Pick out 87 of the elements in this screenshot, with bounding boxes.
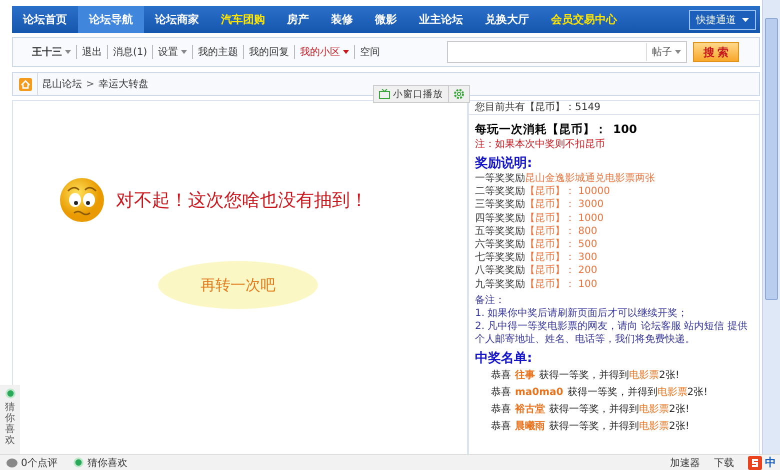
ime-logo-icon[interactable] — [748, 456, 762, 470]
balance-text: 您目前共有【昆币】：5149 — [469, 101, 759, 115]
breadcrumb-link[interactable]: 幸运大转盘 — [94, 77, 152, 91]
prize-reward: 【昆币】： 500 — [525, 238, 598, 252]
winner-name: 裕古堂 — [515, 402, 545, 417]
winner-name: 晨曦雨 — [515, 419, 545, 434]
side-widget-label: 猜你喜欢 — [5, 402, 15, 446]
nav-tab[interactable]: 房产 — [276, 6, 320, 33]
remark-text: 1. 如果你中奖后请刷新页面后才可以继续开奖； — [475, 306, 689, 320]
prize-reward: 【昆币】： 300 — [525, 251, 598, 264]
mini-player-tab[interactable]: 小窗口播放 — [374, 86, 449, 102]
scrollbar[interactable] — [762, 0, 780, 455]
prize-rank: 三等奖奖励 — [475, 198, 525, 212]
winner-prefix: 恭喜 — [491, 420, 511, 434]
prize-rank: 七等奖奖励 — [475, 251, 525, 264]
quick-menu-button[interactable]: 快捷通道 — [689, 10, 756, 30]
guess-side-widget[interactable]: 猜你喜欢 — [0, 385, 20, 455]
prize-rank: 六等奖奖励 — [475, 238, 525, 252]
prize-reward: 【昆币】： 100 — [525, 278, 598, 291]
search-field[interactable]: 帖子 — [447, 41, 687, 63]
breadcrumb-link[interactable]: 昆山论坛 — [38, 77, 86, 91]
caret-icon — [65, 50, 71, 54]
prize-reward: 【昆币】： 1000 — [525, 212, 604, 225]
remarks-heading: 备注： — [475, 294, 506, 307]
caret-icon — [343, 50, 350, 54]
tv-icon — [379, 89, 390, 99]
nav-tab[interactable]: 业主论坛 — [408, 6, 474, 33]
search-button[interactable]: 搜 索 — [693, 42, 739, 62]
winner-text: 获得一等奖，并得到电影票2张! — [567, 386, 708, 400]
prize-reward: 【昆币】： 10000 — [525, 185, 610, 198]
nav-tab[interactable]: 论坛首页 — [12, 6, 78, 33]
ime-mode-indicator[interactable]: 中 — [765, 455, 776, 470]
prize-rank: 九等奖奖励 — [475, 278, 525, 291]
winner-name: 往事 — [515, 368, 535, 383]
caret-icon — [742, 18, 749, 22]
prize-rank: 一等奖奖励 — [475, 172, 525, 186]
worried-emoji-icon — [58, 176, 106, 224]
nav-tab[interactable]: 汽车团购 — [210, 6, 276, 33]
user-menu-link[interactable]: 我的小区 — [295, 45, 356, 59]
prize-reward: 【昆币】： 200 — [525, 264, 598, 278]
winners-heading: 中奖名单: — [475, 352, 534, 365]
winner-text: 获得一等奖，并得到电影票2张! — [549, 402, 690, 417]
user-menu-link[interactable]: 王十三 — [27, 45, 77, 59]
comment-icon — [6, 457, 18, 468]
cost-value: 100 — [613, 123, 638, 136]
tray-item[interactable]: 加速器 — [670, 456, 700, 470]
status-dot-icon — [4, 388, 16, 399]
prize-rank: 二等奖奖励 — [475, 185, 525, 198]
note-text: 注：如果本次中奖则不扣昆币 — [475, 138, 606, 151]
user-menu-link[interactable]: 退出 — [77, 45, 108, 59]
prize-rank: 八等奖奖励 — [475, 264, 525, 278]
nav-tab[interactable]: 装修 — [320, 6, 364, 33]
winner-prefix: 恭喜 — [491, 368, 511, 383]
guess-link[interactable]: 猜你喜欢 — [87, 456, 128, 470]
nav-tab[interactable]: 会员交易中心 — [540, 6, 628, 33]
remark-text: 2. 凡中得一等奖电影票的网友，请向 论坛客服 站内短信 提供个人邮寄地址、姓名、电话等，我们将免费快递。 — [475, 320, 748, 346]
home-icon[interactable] — [18, 78, 32, 90]
winner-name: ma0ma0 — [515, 386, 564, 400]
settings-icon[interactable] — [453, 88, 465, 100]
prize-rank: 五等奖奖励 — [475, 224, 525, 238]
winner-prefix: 恭喜 — [491, 386, 511, 400]
prize-reward: 【昆币】： 3000 — [525, 198, 604, 212]
nav-tab[interactable]: 微影 — [364, 6, 408, 33]
user-menu-link[interactable]: 设置 — [153, 45, 194, 59]
user-menu-link[interactable]: 消息(1) — [108, 45, 154, 59]
status-dot-icon — [73, 457, 84, 468]
user-menu-link[interactable]: 我的回复 — [244, 45, 296, 59]
nav-tab[interactable]: 论坛导航 — [78, 6, 144, 33]
scrollbar-thumb[interactable] — [765, 18, 778, 300]
nav-tab[interactable]: 兑换大厅 — [474, 6, 540, 33]
winner-text: 获得一等奖，并得到电影票2张! — [539, 368, 680, 383]
prize-reward: 昆山金逸影城通兑电影票两张 — [525, 172, 655, 186]
winner-text: 获得一等奖，并得到电影票2张! — [549, 420, 690, 434]
user-menu-link[interactable]: 我的主题 — [193, 45, 244, 59]
comments-count[interactable]: 0个点评 — [21, 456, 58, 470]
winner-prefix: 恭喜 — [491, 402, 511, 417]
breadcrumb-separator: > — [86, 78, 94, 90]
caret-icon — [675, 50, 681, 54]
prize-reward: 【昆币】： 800 — [525, 224, 598, 238]
caret-icon — [181, 50, 188, 54]
nav-tab[interactable]: 论坛商家 — [144, 6, 210, 33]
cost-label: 每玩一次消耗【昆币】： — [475, 123, 607, 136]
user-menu-link[interactable]: 空间 — [355, 45, 386, 59]
prizes-heading: 奖励说明: — [475, 157, 534, 170]
tray-item[interactable]: 下载 — [714, 456, 734, 470]
prize-rank: 四等奖奖励 — [475, 212, 525, 225]
result-message: 对不起！这次您啥也没有抽到！ — [116, 189, 368, 212]
